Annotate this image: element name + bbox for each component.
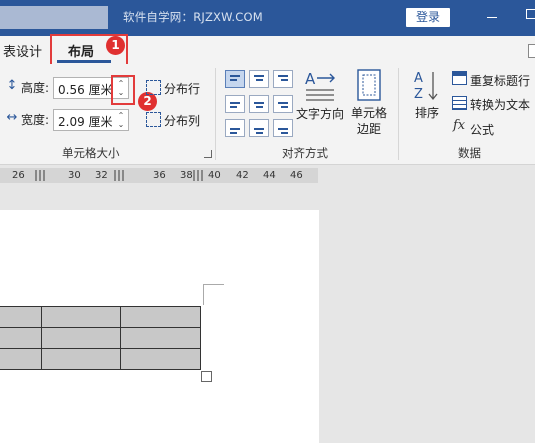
cell-margins-label-line2[interactable]: 边距 [357,120,381,137]
row-height-icon: ↕ [6,78,18,93]
column-width-icon: ↔ [6,110,18,125]
width-label: 宽度: [21,113,50,127]
repeat-header-rows-icon[interactable] [452,71,467,85]
width-value[interactable]: 2.09 厘米 [58,113,113,130]
tab-table-design[interactable]: 表设计 [3,41,42,60]
height-value[interactable]: 0.56 厘米 [58,81,113,98]
table-cell[interactable] [0,327,42,349]
ruler-tick: 36 [153,170,166,181]
step-badge-1: 1 [106,36,125,55]
margin-corner-mark [203,284,224,305]
highlight-box-spin [111,75,135,105]
ribbon-display-icon[interactable] [528,44,535,58]
svg-text:A: A [414,71,423,86]
width-spin-arrows-icon[interactable]: ⌃ ⌄ [116,111,126,129]
restore-icon[interactable] [526,9,535,19]
document-table[interactable] [0,306,201,370]
table-row [0,348,201,370]
ruler-tick: 38 [180,170,193,181]
table-cell[interactable] [40,327,122,349]
ruler-tick: 30 [68,170,81,181]
group-separator [215,68,216,160]
watermark-text: 软件自学网：RJZXW.COM [123,10,263,24]
align-middle-left-button[interactable] [225,95,245,113]
svg-text:Z: Z [414,87,423,102]
align-top-center-button[interactable] [249,70,269,88]
repeat-header-rows-button[interactable]: 重复标题行 [470,72,530,89]
data-group-label: 数据 [458,146,481,160]
cell-margins-icon[interactable] [355,68,383,102]
align-bottom-left-button[interactable] [225,119,245,137]
distribute-columns-button[interactable]: 分布列 [164,112,200,129]
formula-icon[interactable]: fx [453,118,465,133]
table-cell[interactable] [120,306,201,328]
ruler-tick: 42 [236,170,249,181]
minimize-icon[interactable] [487,17,497,18]
cell-size-group-label: 单元格大小 [62,146,120,160]
ruler-tick: 46 [290,170,303,181]
align-top-left-button[interactable] [225,70,245,88]
table-row [0,327,201,349]
convert-to-text-icon[interactable] [452,96,467,110]
column-marker[interactable] [193,170,203,181]
cell-size-dialog-launcher-icon[interactable] [204,150,212,158]
cell-margins-label-line1[interactable]: 单元格 [351,104,387,121]
table-cell[interactable] [0,306,42,328]
align-middle-right-button[interactable] [273,95,293,113]
table-cell[interactable] [120,348,201,370]
table-cell[interactable] [120,327,201,349]
svg-text:A: A [305,70,316,88]
table-resize-handle[interactable] [201,371,212,382]
group-separator [398,68,399,160]
table-cell[interactable] [40,306,122,328]
width-spinbox[interactable]: 2.09 厘米 ⌃ ⌄ [53,109,129,131]
sort-button[interactable]: 排序 [415,104,439,121]
table-cell[interactable] [40,348,122,370]
align-middle-center-button[interactable] [249,95,269,113]
column-marker[interactable] [114,170,124,181]
sort-icon[interactable]: AZ [411,68,441,102]
formula-button[interactable]: 公式 [470,121,494,138]
height-label: 高度: [21,81,50,95]
distribute-columns-icon[interactable] [146,112,161,127]
title-search-box[interactable] [0,6,108,29]
login-button[interactable]: 登录 [406,8,450,27]
text-direction-button[interactable]: 文字方向 [296,105,344,122]
table-cell[interactable] [0,348,42,370]
convert-to-text-button[interactable]: 转换为文本 [470,96,530,113]
distribute-rows-icon[interactable] [146,80,161,95]
table-row [0,306,201,328]
ruler-tick: 44 [263,170,276,181]
ruler-tick: 40 [208,170,221,181]
align-bottom-center-button[interactable] [249,119,269,137]
alignment-group-label: 对齐方式 [282,146,328,160]
text-direction-icon[interactable]: A [302,68,338,104]
column-marker[interactable] [35,170,45,181]
ruler-tick: 32 [95,170,108,181]
distribute-rows-button[interactable]: 分布行 [164,80,200,97]
align-top-right-button[interactable] [273,70,293,88]
ruler-tick: 26 [12,170,25,181]
align-bottom-right-button[interactable] [273,119,293,137]
